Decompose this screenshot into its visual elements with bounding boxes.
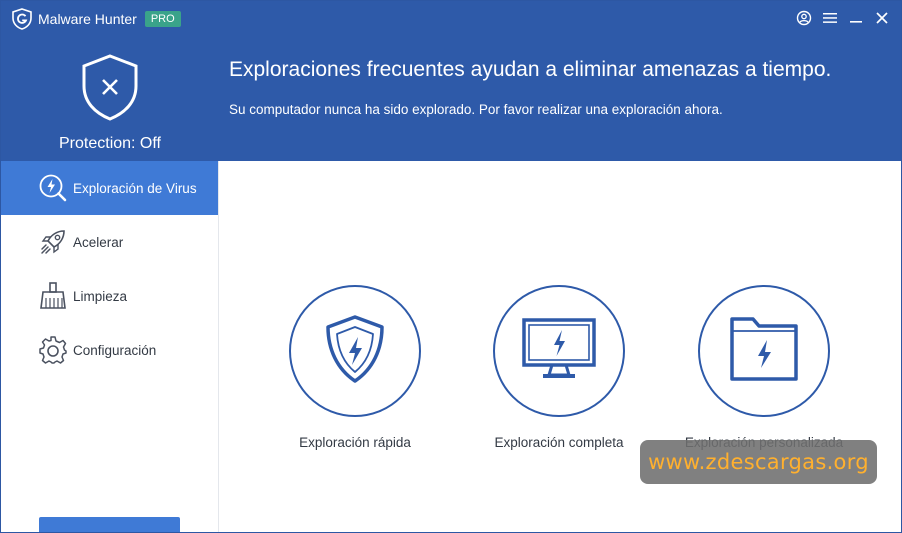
subline: Su computador nunca ha sido explorado. P…	[229, 102, 723, 117]
title-bar: Malware Hunter PRO	[11, 7, 181, 31]
shield-g-logo-icon	[11, 8, 33, 30]
sidebar-item-label: Acelerar	[73, 234, 124, 250]
bottom-action-button[interactable]	[39, 517, 180, 532]
shield-lightning-icon	[323, 313, 387, 390]
full-scan-button[interactable]	[493, 285, 625, 417]
sidebar-item-settings[interactable]: Configuración	[1, 323, 218, 377]
folder-lightning-icon	[729, 316, 799, 387]
gear-icon	[37, 334, 69, 366]
sidebar-item-label: Exploración de Virus	[73, 180, 197, 196]
window-controls	[791, 7, 895, 29]
pro-badge: PRO	[144, 11, 181, 27]
full-scan-label: Exploración completa	[494, 435, 624, 450]
lightning-search-icon	[37, 172, 69, 204]
watermark-overlay: www.zdescargas.org	[640, 440, 877, 484]
sidebar-item-accelerate[interactable]: Acelerar	[1, 215, 218, 269]
custom-scan-button[interactable]	[698, 285, 830, 417]
shield-x-icon	[80, 53, 140, 121]
app-title: Malware Hunter	[38, 11, 137, 27]
full-scan-option[interactable]: Exploración completa	[469, 285, 649, 450]
quick-scan-button[interactable]	[289, 285, 421, 417]
sidebar-item-virus-scan[interactable]: Exploración de Virus	[1, 161, 218, 215]
minimize-icon[interactable]	[843, 7, 869, 29]
sidebar: Exploración de Virus Acelerar Limpieza C…	[1, 161, 219, 532]
quick-scan-option[interactable]: Exploración rápida	[265, 285, 445, 450]
rocket-icon	[37, 226, 69, 258]
sidebar-item-cleanup[interactable]: Limpieza	[1, 269, 218, 323]
user-circle-icon[interactable]	[791, 7, 817, 29]
app-window: Malware Hunter PRO Protection: Off Explo…	[0, 0, 902, 533]
sidebar-item-label: Configuración	[73, 342, 157, 358]
headline: Exploraciones frecuentes ayudan a elimin…	[229, 58, 832, 81]
protection-status: Protection: Off	[1, 53, 219, 153]
header-banner: Malware Hunter PRO Protection: Off Explo…	[1, 1, 901, 161]
quick-scan-label: Exploración rápida	[299, 435, 411, 450]
protection-label: Protection: Off	[59, 135, 161, 152]
custom-scan-option[interactable]: Exploración personalizada	[674, 285, 854, 450]
broom-icon	[37, 280, 69, 312]
sidebar-item-label: Limpieza	[73, 288, 128, 304]
close-icon[interactable]	[869, 7, 895, 29]
hamburger-menu-icon[interactable]	[817, 7, 843, 29]
monitor-lightning-icon	[521, 317, 597, 386]
